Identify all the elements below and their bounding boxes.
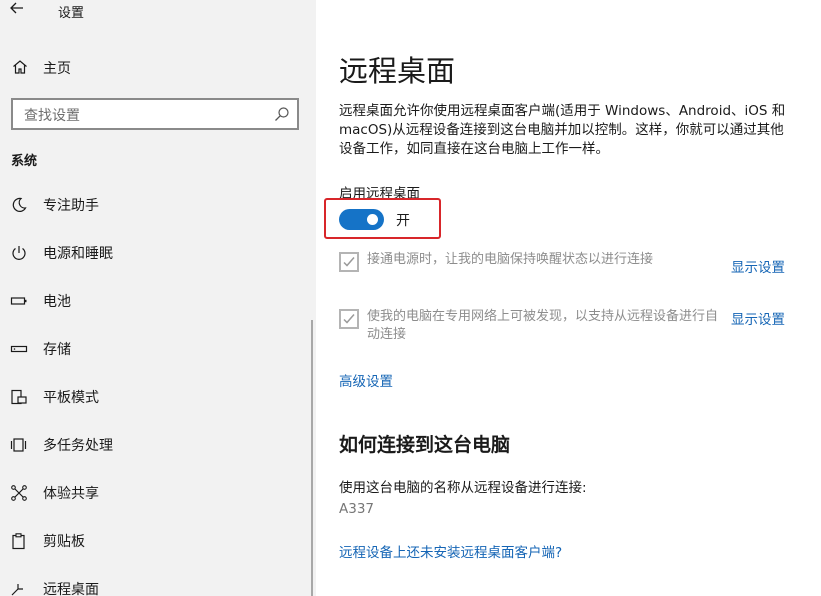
toggle-knob bbox=[367, 214, 378, 225]
sidebar-item-storage[interactable]: 存储 bbox=[0, 331, 316, 367]
sidebar-item-clipboard[interactable]: 剪贴板 bbox=[0, 523, 316, 559]
sidebar-item-label: 电源和睡眠 bbox=[43, 246, 113, 262]
advanced-settings-link[interactable]: 高级设置 bbox=[339, 370, 393, 390]
power-icon bbox=[10, 244, 28, 262]
sidebar-item-shared-experiences[interactable]: 体验共享 bbox=[0, 475, 316, 511]
main-content: 远程桌面 远程桌面允许你使用远程桌面客户端(适用于 Windows、Androi… bbox=[316, 0, 821, 596]
sidebar-item-label: 体验共享 bbox=[43, 486, 99, 502]
sidebar-item-label: 剪贴板 bbox=[43, 534, 85, 550]
sidebar-item-home[interactable]: 主页 bbox=[0, 54, 316, 82]
sidebar-item-label: 专注助手 bbox=[43, 198, 99, 214]
enable-remote-desktop-toggle[interactable] bbox=[339, 209, 384, 230]
remote-desktop-icon bbox=[10, 580, 28, 596]
sidebar-item-label: 多任务处理 bbox=[43, 438, 113, 454]
discoverable-show-settings-link[interactable]: 显示设置 bbox=[731, 308, 785, 328]
multitasking-icon bbox=[10, 436, 28, 454]
keep-awake-show-settings-link[interactable]: 显示设置 bbox=[731, 256, 785, 276]
shared-experiences-icon bbox=[10, 484, 28, 502]
window-title: 设置 bbox=[58, 6, 85, 21]
back-arrow-icon[interactable] bbox=[9, 0, 29, 20]
sidebar: 设置 主页 查找设置 系统 专注助手 电源和睡眠 电池 存储 平板模式 多任务处… bbox=[0, 0, 316, 596]
title-bar: 设置 bbox=[0, 0, 316, 24]
sidebar-item-label: 存储 bbox=[43, 342, 71, 358]
search-placeholder: 查找设置 bbox=[24, 108, 80, 124]
search-input[interactable]: 查找设置 bbox=[11, 98, 299, 130]
section-title: 系统 bbox=[11, 154, 38, 169]
sidebar-item-label: 远程桌面 bbox=[43, 582, 99, 596]
discoverable-checkbox[interactable] bbox=[339, 309, 359, 329]
clipboard-icon bbox=[10, 532, 28, 550]
sidebar-item-label: 主页 bbox=[43, 61, 71, 77]
sidebar-item-battery[interactable]: 电池 bbox=[0, 283, 316, 319]
keep-awake-text: 接通电源时，让我的电脑保持唤醒状态以进行连接 bbox=[367, 252, 654, 267]
use-pc-name-text: 使用这台电脑的名称从远程设备进行连接: bbox=[339, 480, 587, 496]
toggle-state-text: 开 bbox=[396, 213, 410, 229]
how-to-connect-heading: 如何连接到这台电脑 bbox=[339, 434, 511, 456]
page-title: 远程桌面 bbox=[339, 54, 456, 88]
sidebar-scrollbar[interactable] bbox=[311, 320, 313, 596]
sidebar-item-multitasking[interactable]: 多任务处理 bbox=[0, 427, 316, 463]
sidebar-item-power-sleep[interactable]: 电源和睡眠 bbox=[0, 235, 316, 271]
sidebar-item-label: 电池 bbox=[43, 294, 71, 310]
client-not-installed-link[interactable]: 远程设备上还未安装远程桌面客户端? bbox=[339, 541, 562, 561]
discoverable-text: 使我的电脑在专用网络上可被发现，以支持从远程设备进行自动连接 bbox=[367, 309, 719, 342]
pc-name: A337 bbox=[339, 501, 375, 517]
tablet-mode-icon bbox=[10, 388, 28, 406]
storage-icon bbox=[10, 340, 28, 358]
moon-icon bbox=[10, 196, 28, 214]
battery-icon bbox=[10, 292, 28, 310]
sidebar-item-focus-assist[interactable]: 专注助手 bbox=[0, 187, 316, 223]
description-text: 远程桌面允许你使用远程桌面客户端(适用于 Windows、Android、iOS… bbox=[339, 103, 786, 157]
keep-awake-checkbox[interactable] bbox=[339, 252, 359, 272]
search-icon[interactable] bbox=[274, 106, 290, 122]
sidebar-item-label: 平板模式 bbox=[43, 390, 99, 406]
home-icon bbox=[12, 59, 28, 75]
sidebar-item-tablet-mode[interactable]: 平板模式 bbox=[0, 379, 316, 415]
sidebar-item-remote-desktop[interactable]: 远程桌面 bbox=[0, 571, 316, 596]
